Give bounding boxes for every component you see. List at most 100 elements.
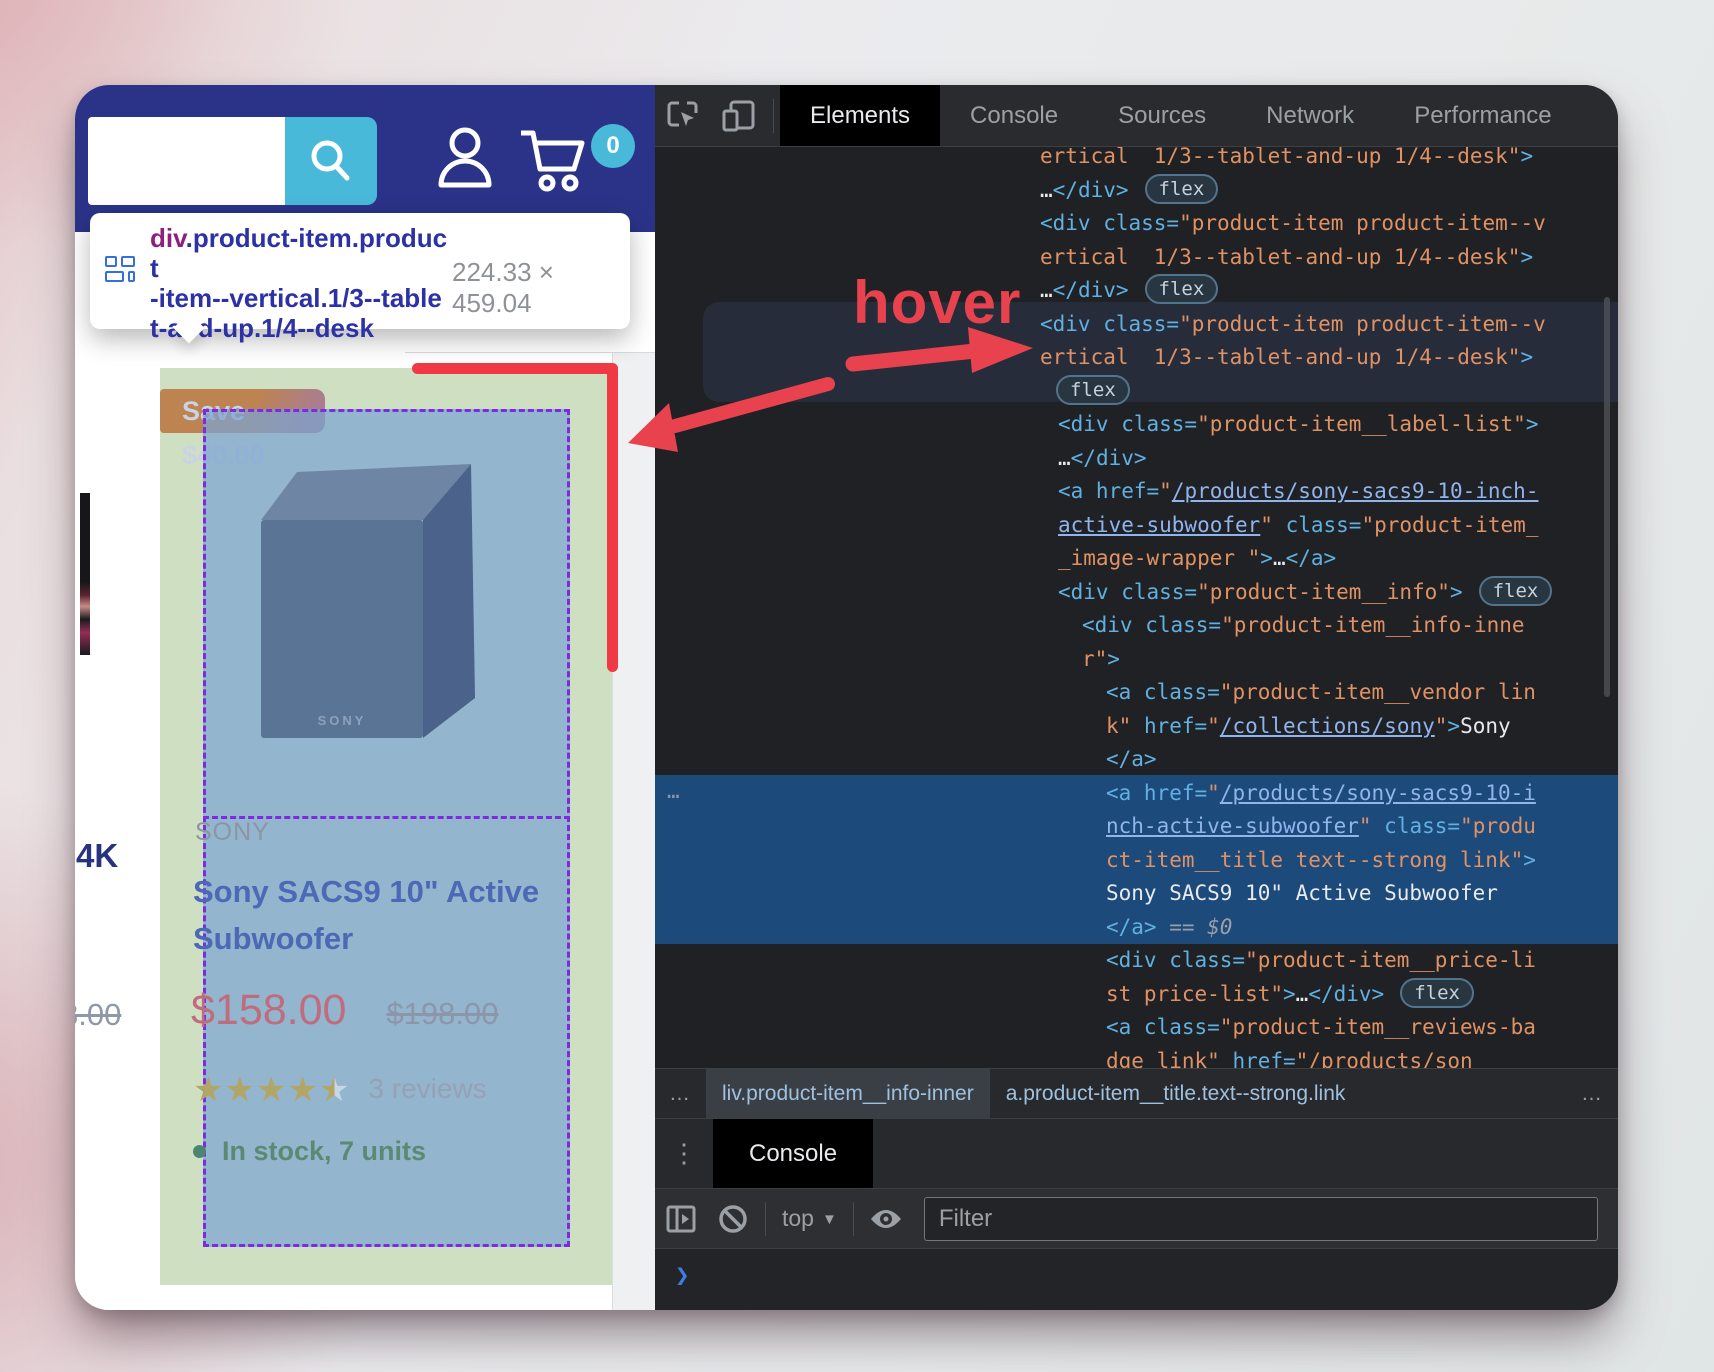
code-token: "product-item__info-inne [1221, 613, 1524, 637]
tab-performance[interactable]: Performance [1384, 85, 1581, 146]
code-token: "product-item__info" [1197, 580, 1450, 604]
code-row[interactable]: </a> [1106, 743, 1618, 777]
context-selector[interactable]: top▼ [772, 1205, 847, 1232]
tooltip-tag: div [150, 223, 186, 253]
breadcrumb-item-info-inner[interactable]: liv.product-item__info-inner [706, 1069, 990, 1118]
code-row[interactable]: </a> == $0 [1106, 911, 1618, 945]
device-toolbar-icon [721, 99, 757, 133]
code-row[interactable]: ▶<a href="/products/sony-sacs9-10-inch- [1058, 475, 1618, 509]
tab-network[interactable]: Network [1236, 85, 1384, 146]
clear-console-button[interactable] [707, 1203, 759, 1235]
code-token: k" [1106, 714, 1131, 738]
code-token: … [1058, 446, 1071, 470]
console-prompt-area[interactable]: ❯ [655, 1248, 1618, 1310]
flex-badge[interactable]: flex [1145, 274, 1219, 304]
flex-badge[interactable]: flex [1479, 576, 1553, 606]
code-token: " [1207, 781, 1220, 805]
code-row[interactable]: _image-wrapper ">…</a> [1058, 542, 1618, 576]
product-reviews-count[interactable]: 3 reviews [368, 1073, 486, 1104]
code-row[interactable]: <a href="/products/sony-sacs9-10-i [1106, 777, 1618, 811]
toolbar-separator [853, 1202, 854, 1236]
flex-badge[interactable]: flex [1145, 174, 1219, 204]
cart-count-badge[interactable]: 0 [591, 124, 635, 168]
console-filter-input[interactable]: Filter [924, 1197, 1598, 1241]
code-token: </div> [1308, 982, 1384, 1006]
code-row[interactable]: dge link" href="/products/son [1106, 1045, 1618, 1069]
console-sidebar-toggle[interactable] [655, 1204, 707, 1234]
code-token: <a href= [1106, 781, 1207, 805]
code-row[interactable]: ▼<div class="product-item product-item--… [1040, 308, 1618, 342]
code-row[interactable]: ct-item__title text--strong link"> [1106, 844, 1618, 878]
tab-sources[interactable]: Sources [1088, 85, 1236, 146]
eye-button[interactable] [860, 1205, 912, 1233]
code-token: <div class= [1040, 211, 1179, 235]
code-token: > [1447, 714, 1460, 738]
code-token: href= [1131, 714, 1207, 738]
code-token: </div> [1053, 178, 1129, 202]
neighbor-old-price: 8.00 [75, 997, 121, 1033]
search-input[interactable] [88, 117, 285, 205]
code-token: <div class= [1082, 613, 1221, 637]
stock-dot-icon [193, 1145, 206, 1158]
code-token: <div class= [1040, 312, 1179, 336]
code-token: " [1260, 513, 1273, 537]
flex-badge[interactable]: flex [1400, 978, 1474, 1008]
product-image-subwoofer[interactable]: SONY [239, 462, 476, 738]
account-icon[interactable] [437, 125, 493, 191]
code-token: ertical 1/3--tablet-and-up 1/4--desk" [1040, 147, 1520, 168]
code-row[interactable]: ▶<div class="product-item__price-li [1106, 944, 1618, 978]
code-row[interactable]: …</div> flex [1040, 274, 1618, 308]
code-token: … [1296, 982, 1309, 1006]
product-price: $158.00 [191, 986, 346, 1034]
code-token: </div> [1053, 278, 1129, 302]
kebab-menu-icon[interactable]: ⋮ [655, 1119, 713, 1188]
code-row[interactable]: r"> [1082, 643, 1618, 677]
code-row[interactable]: flex [1040, 375, 1618, 409]
product-title[interactable]: Sony SACS9 10" ActiveSubwoofer [193, 868, 543, 962]
code-token: </a> [1106, 915, 1157, 939]
code-row[interactable]: ▶<a class="product-item__reviews-ba [1106, 1011, 1618, 1045]
inspect-element-button[interactable] [655, 85, 711, 146]
code-row[interactable]: ▶<div class="product-item product-item--… [1040, 207, 1618, 241]
code-row[interactable]: Sony SACS9 10" Active Subwoofer [1106, 877, 1618, 911]
code-row[interactable]: ertical 1/3--tablet-and-up 1/4--desk"> [1040, 341, 1618, 375]
code-row[interactable]: st price-list">…</div>flex [1106, 978, 1618, 1012]
code-token: <a href= [1058, 479, 1159, 503]
code-row[interactable]: ▶<div class="product-item__label-list"> [1058, 408, 1618, 442]
breadcrumb-overflow-left[interactable]: … [655, 1082, 706, 1106]
code-row[interactable]: …</div> [1058, 442, 1618, 476]
tab-console[interactable]: Console [940, 85, 1088, 146]
neighbor-product-image-sliver [80, 493, 90, 655]
tab-elements[interactable]: Elements [780, 85, 940, 146]
devtools-tab-bar: ElementsConsoleSourcesNetworkPerformance [780, 85, 1582, 146]
code-token: /collections/sony [1220, 714, 1435, 738]
product-vendor[interactable]: SONY [195, 818, 270, 847]
product-rating[interactable]: ★★★★★3 reviews [193, 1070, 487, 1110]
tab-console-drawer[interactable]: Console [713, 1119, 873, 1188]
code-row[interactable]: ▼<div class="product-item__info-inne [1082, 609, 1618, 643]
flex-badge[interactable]: flex [1056, 375, 1130, 405]
code-token: … [1040, 278, 1053, 302]
device-toolbar-button[interactable] [711, 85, 767, 146]
layout-grid-icon [105, 256, 135, 282]
code-token: class= [1273, 513, 1362, 537]
code-row[interactable]: k" href="/collections/sony">Sony [1106, 710, 1618, 744]
breadcrumb-item-selected[interactable]: a.product-item__title.text--strong.link [990, 1082, 1362, 1106]
code-token: ertical 1/3--tablet-and-up 1/4--desk" [1040, 245, 1520, 269]
code-token: <a class= [1106, 680, 1220, 704]
scrollbar-thumb[interactable] [1604, 297, 1610, 697]
search-button[interactable] [285, 117, 377, 205]
breadcrumb-overflow-right[interactable]: … [1567, 1082, 1618, 1106]
code-row[interactable]: active-subwoofer" class="product-item_ [1058, 509, 1618, 543]
code-row[interactable]: <a class="product-item__vendor lin [1106, 676, 1618, 710]
code-row[interactable]: nch-active-subwoofer" class="produ [1106, 810, 1618, 844]
code-token: </a> [1106, 747, 1157, 771]
code-row[interactable]: ertical 1/3--tablet-and-up 1/4--desk"> [1040, 241, 1618, 275]
cart-icon[interactable] [517, 127, 593, 193]
code-row[interactable]: ▼<div class="product-item__info">flex [1058, 576, 1618, 610]
code-row[interactable]: ertical 1/3--tablet-and-up 1/4--desk"> [1040, 147, 1618, 174]
code-token: Sony [1460, 714, 1511, 738]
code-row[interactable]: …</div>flex [1040, 174, 1618, 208]
console-prompt-chevron: ❯ [675, 1261, 689, 1289]
product-card[interactable]: Save $40.00 SONY SONY Sony SACS9 10" Act… [160, 368, 612, 1285]
